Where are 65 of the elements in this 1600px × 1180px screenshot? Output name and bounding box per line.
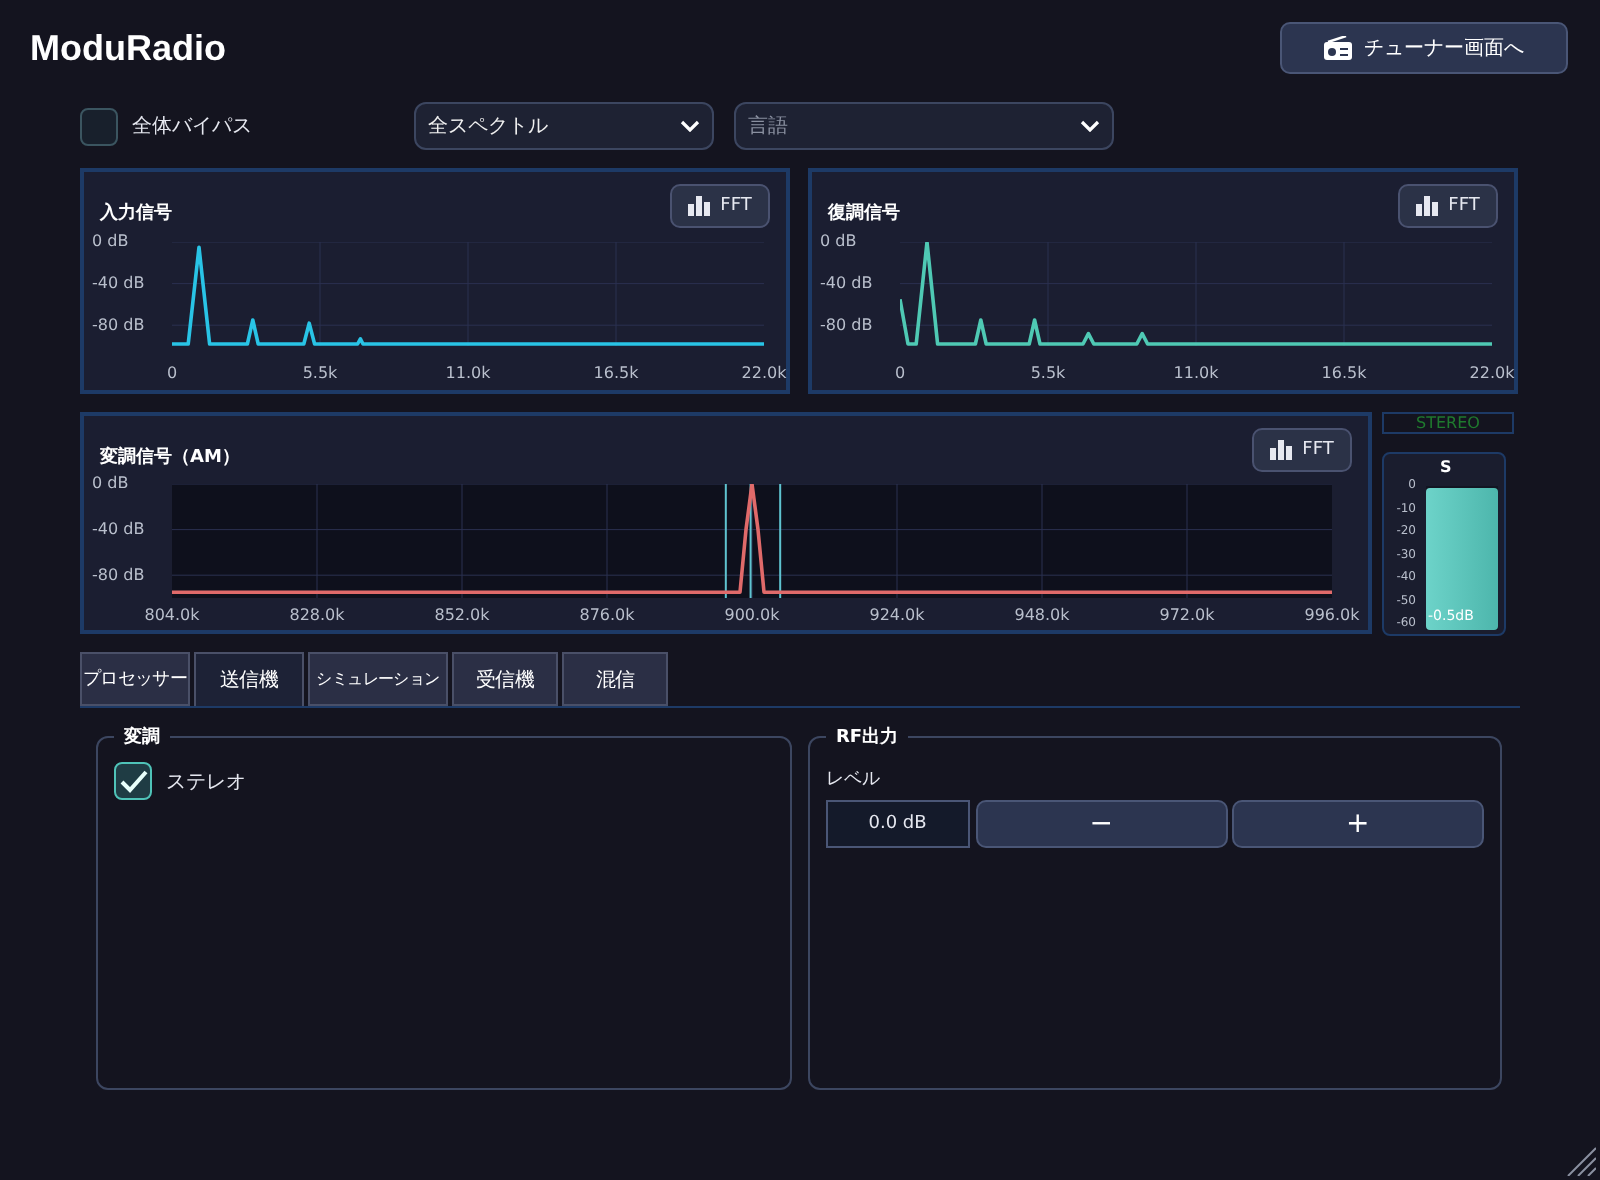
y-axis-label: -40 dB <box>92 519 145 538</box>
spectrum-select[interactable]: 全スペクトル <box>414 102 714 150</box>
bar-chart-icon <box>1270 440 1293 460</box>
x-axis-label: 0 <box>166 364 178 382</box>
tab[interactable]: プロセッサー <box>80 652 190 706</box>
fft-button[interactable]: FFT <box>1398 184 1498 228</box>
fft-button[interactable]: FFT <box>670 184 770 228</box>
app-title: ModuRadio <box>30 27 226 69</box>
tab[interactable]: 送信機 <box>194 652 304 706</box>
stereo-indicator: STEREO <box>1382 412 1514 434</box>
bypass-checkbox[interactable] <box>80 107 118 145</box>
x-axis-label: 16.5k <box>1321 364 1367 382</box>
marker-line <box>779 484 782 598</box>
y-axis-label: -40 dB <box>92 273 145 292</box>
x-axis-label: 948.0k <box>1014 606 1070 624</box>
x-axis-label: 16.5k <box>593 364 639 382</box>
panel-title: 復調信号 <box>828 200 900 226</box>
decrease-button[interactable]: − <box>975 800 1228 848</box>
x-axis-label: 11.0k <box>1173 364 1219 382</box>
channel-label: S <box>1440 458 1452 476</box>
group-title: RF出力 <box>826 724 909 750</box>
panel-title: 変調信号（AM） <box>100 444 240 470</box>
bar-chart-icon <box>1416 196 1439 216</box>
level-value-field[interactable]: 0.0 dB <box>826 800 970 848</box>
y-axis-label: -80 dB <box>92 315 145 334</box>
y-axis-label: -80 dB <box>92 565 145 584</box>
x-axis-label: 5.5k <box>1030 364 1066 382</box>
bar-chart-icon <box>688 196 711 216</box>
y-axis-label: 0 dB <box>820 232 857 250</box>
x-axis-label: 996.0k <box>1304 606 1360 624</box>
fft-button[interactable]: FFT <box>1252 428 1352 472</box>
stereo-checkbox[interactable] <box>114 762 152 800</box>
x-axis-label: 22.0k <box>741 364 787 382</box>
resize-grip-icon <box>1564 1144 1596 1176</box>
tab[interactable]: シミュレーション <box>308 652 448 706</box>
x-axis-label: 900.0k <box>724 606 780 624</box>
x-axis-label: 804.0k <box>144 606 200 624</box>
x-axis-label: 5.5k <box>302 364 338 382</box>
checkbox-label: ステレオ <box>166 769 246 795</box>
radio-icon <box>1324 36 1352 60</box>
chevron-down-icon <box>680 120 700 132</box>
checkmark-icon <box>119 769 147 793</box>
panel-title: 入力信号 <box>100 200 172 226</box>
x-axis-label: 11.0k <box>445 364 491 382</box>
x-axis-label: 828.0k <box>289 606 345 624</box>
marker-line <box>724 484 727 598</box>
chevron-down-icon <box>1080 120 1100 132</box>
x-axis-label: 972.0k <box>1159 606 1215 624</box>
y-axis-label: -40 dB <box>820 273 873 292</box>
x-axis-label: 0 <box>894 364 906 382</box>
x-axis-label: 852.0k <box>434 606 490 624</box>
level-label: レベル <box>826 768 882 792</box>
x-axis-label: 876.0k <box>579 606 635 624</box>
x-axis-label: 924.0k <box>869 606 925 624</box>
tab[interactable]: 受信機 <box>452 652 558 706</box>
y-axis-label: -80 dB <box>820 315 873 334</box>
y-axis-label: 0 dB <box>92 474 129 492</box>
x-axis-label: 22.0k <box>1469 364 1515 382</box>
y-axis-label: 0 dB <box>92 232 129 250</box>
group-title: 変調 <box>114 724 170 750</box>
tuner-button[interactable]: チューナー画面へ <box>1280 22 1568 74</box>
language-select[interactable]: 言語 <box>734 102 1114 150</box>
increase-button[interactable]: + <box>1231 800 1484 848</box>
tab[interactable]: 混信 <box>562 652 668 706</box>
checkbox-label: 全体バイパス <box>132 114 252 140</box>
